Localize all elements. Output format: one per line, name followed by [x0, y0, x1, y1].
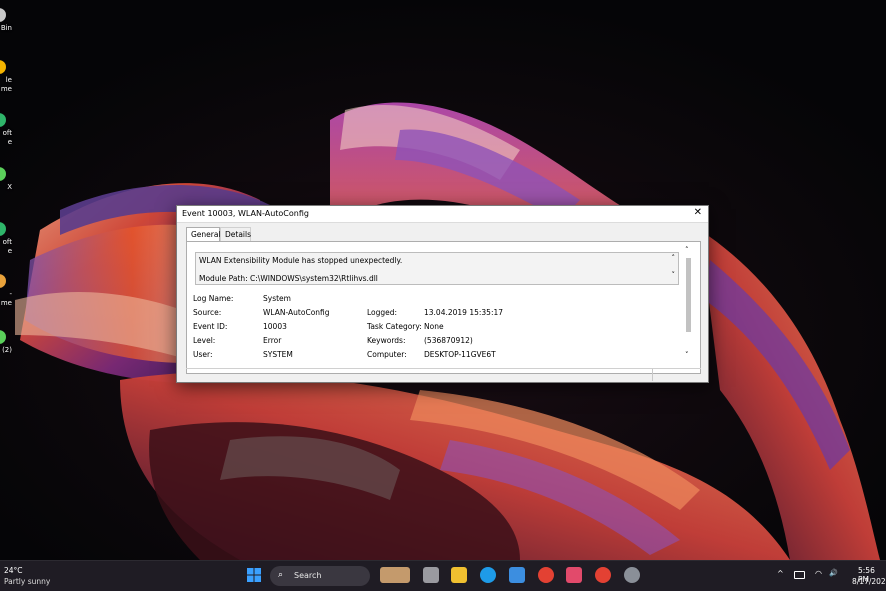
close-icon[interactable]: ✕ [694, 207, 702, 218]
shortcut-app-icon [0, 113, 6, 127]
search-icon: ⌕ [278, 570, 284, 580]
keyboard-icon[interactable] [794, 571, 805, 579]
desktop-shortcut[interactable]: - me [0, 274, 44, 322]
general-tab-panel: WLAN Extensibility Module has stopped un… [186, 241, 701, 374]
shortcut-label: oft e [2, 129, 12, 146]
task-view-icon[interactable] [423, 567, 439, 583]
wifi-icon[interactable]: ◠ [815, 569, 822, 578]
keywords-value: (536870912) [424, 336, 473, 345]
description-scroll-down-icon[interactable]: ˅ [672, 271, 676, 279]
snipping-icon[interactable] [566, 567, 582, 583]
shortcut-label: - me [0, 290, 12, 307]
taskbar: 24°C Partly sunny ⌕ Search ^ ◠ 🔊 5:56 PM… [0, 560, 886, 591]
event-id-value: 10003 [263, 322, 287, 331]
event-description-box[interactable]: WLAN Extensibility Module has stopped un… [195, 252, 679, 285]
log-name-label: Log Name: [193, 294, 234, 303]
weather-temperature[interactable]: 24°C [4, 566, 23, 575]
desktop-shortcut[interactable]: Bin [0, 8, 44, 56]
shortcut-label: oft e [2, 238, 12, 255]
details-scrollbar[interactable]: ˄ ˅ [684, 246, 693, 362]
tab-details[interactable]: Details [220, 227, 251, 241]
source-value: WLAN-AutoConfig [263, 308, 330, 317]
desktop-shortcut[interactable]: le me [0, 60, 44, 108]
shortcut-app-icon [0, 167, 6, 181]
user-value: SYSTEM [263, 350, 293, 359]
desktop-shortcut[interactable]: (2) [0, 330, 44, 378]
dialog-title: Event 10003, WLAN-AutoConfig [182, 209, 309, 218]
task-category-label: Task Category: [367, 322, 422, 331]
level-value: Error [263, 336, 282, 345]
module-path-text: Module Path: C:\WINDOWS\system32\Rtlihvs… [199, 274, 378, 283]
shortcut-label: X [7, 183, 12, 191]
dialog-status-bar [186, 368, 701, 381]
shortcut-label: le me [0, 76, 12, 93]
start-icon[interactable] [246, 567, 262, 583]
search-placeholder: Search [294, 571, 322, 580]
store-icon[interactable] [509, 567, 525, 583]
desktop-shortcut[interactable]: oft e [0, 222, 44, 270]
log-name-value: System [263, 294, 291, 303]
event-id-label: Event ID: [193, 322, 228, 331]
dialog-titlebar[interactable]: Event 10003, WLAN-AutoConfig ✕ [177, 206, 708, 223]
shortcut-app-icon [0, 8, 6, 22]
shortcut-app-icon [0, 60, 6, 74]
shortcut-app-icon [0, 274, 6, 288]
description-text: WLAN Extensibility Module has stopped un… [199, 256, 403, 265]
chrome-profile-icon[interactable] [595, 567, 611, 583]
shortcut-app-icon [0, 222, 6, 236]
tab-general[interactable]: General [186, 227, 221, 242]
taskbar-search-box[interactable]: ⌕ Search [270, 566, 370, 586]
scrollbar-thumb[interactable] [686, 258, 691, 332]
weather-description[interactable]: Partly sunny [4, 577, 50, 586]
shortcut-app-icon [0, 330, 6, 344]
user-label: User: [193, 350, 213, 359]
clock-date[interactable]: 8/17/2023 [852, 577, 886, 586]
file-explorer-icon[interactable] [451, 567, 467, 583]
scroll-up-icon[interactable]: ˄ [685, 246, 689, 254]
status-bar-divider [652, 369, 653, 381]
edge-icon[interactable] [480, 567, 496, 583]
shortcut-label: (2) [2, 346, 12, 354]
scroll-down-icon[interactable]: ˅ [685, 351, 689, 359]
settings-icon[interactable] [624, 567, 640, 583]
task-category-value: None [424, 322, 444, 331]
tray-chevron-icon[interactable]: ^ [777, 569, 784, 578]
computer-label: Computer: [367, 350, 407, 359]
desktop-shortcut[interactable]: X [0, 167, 44, 215]
shortcut-label: Bin [0, 24, 12, 32]
keywords-label: Keywords: [367, 336, 406, 345]
source-label: Source: [193, 308, 222, 317]
computer-value: DESKTOP-11GVE6T [424, 350, 496, 359]
logged-value: 13.04.2019 15:35:17 [424, 308, 504, 317]
description-scroll-up-icon[interactable]: ˄ [672, 254, 676, 262]
volume-icon[interactable]: 🔊 [829, 569, 838, 577]
logged-label: Logged: [367, 308, 398, 317]
desktop-shortcut[interactable]: oft e [0, 113, 44, 161]
castle-widget-icon[interactable] [380, 567, 410, 583]
level-label: Level: [193, 336, 216, 345]
event-properties-dialog: Event 10003, WLAN-AutoConfig ✕ General D… [176, 205, 709, 383]
chrome-icon[interactable] [538, 567, 554, 583]
